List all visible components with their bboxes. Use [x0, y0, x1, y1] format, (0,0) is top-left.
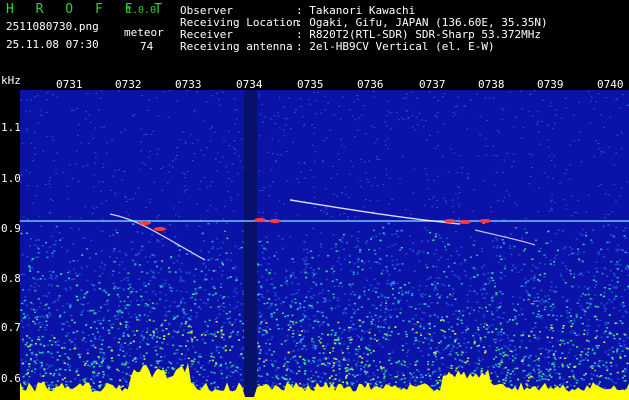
freq-tick-label: 0.7: [1, 321, 21, 334]
freq-tick-label: 1.0: [1, 172, 21, 185]
antenna-value: : 2el-HB9CV Vertical (el. E-W): [296, 40, 495, 53]
echo-blob: [154, 227, 166, 231]
file-datetime: 25.11.08 07:30: [6, 38, 99, 51]
antenna-label: Receiving antenna: [180, 40, 293, 53]
file-name: 2511080730.png: [6, 20, 99, 33]
echo-blob: [139, 221, 151, 225]
echo-blob: [254, 218, 266, 222]
echo-blob: [269, 219, 281, 223]
noise-texture: [20, 90, 629, 400]
y-axis-unit: kHz: [1, 74, 21, 87]
freq-tick-label: 0.6: [1, 372, 21, 385]
meteor-count: 74: [140, 40, 154, 53]
echo-blob: [444, 219, 456, 223]
spectrogram: [20, 90, 629, 400]
meteor-label: meteor: [124, 26, 164, 39]
app-version: 1.0.0: [126, 5, 157, 16]
echo-blob: [459, 220, 471, 224]
echo-blob: [479, 219, 491, 223]
freq-tick-label: 1.1: [1, 121, 21, 134]
signal-gap: [244, 90, 257, 400]
freq-tick-label: 0.9: [1, 222, 21, 235]
freq-tick-label: 0.8: [1, 272, 21, 285]
